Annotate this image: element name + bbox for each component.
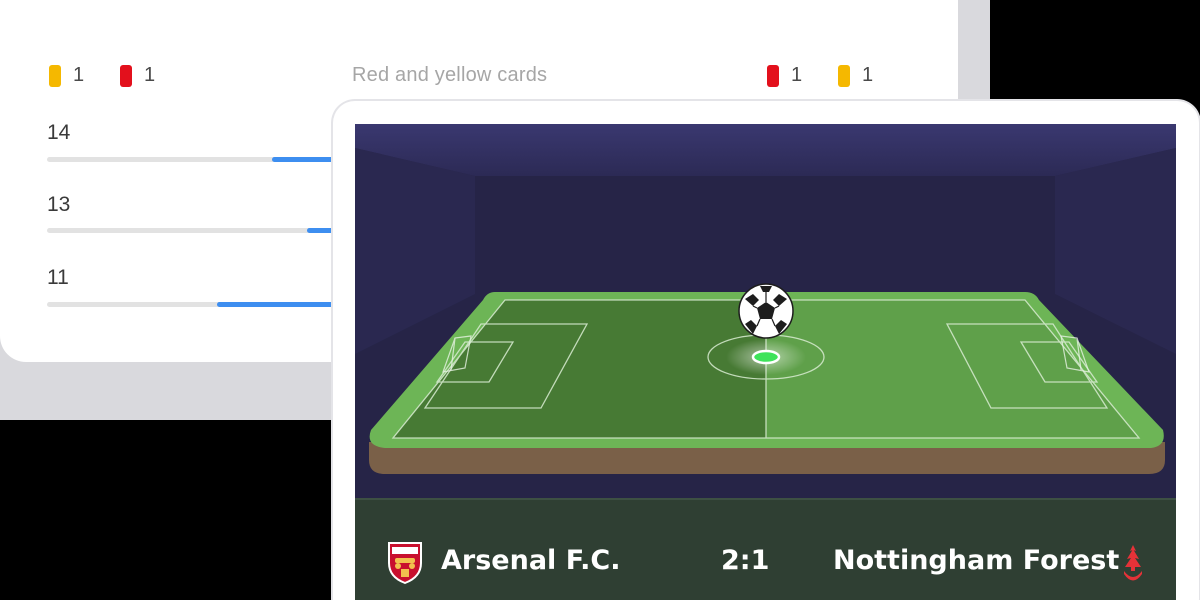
soccer-ball-icon	[738, 283, 794, 339]
away-yellow-cards: 1	[838, 64, 873, 87]
arsenal-crest-icon	[388, 542, 422, 585]
away-red-cards: 1	[767, 64, 802, 87]
home-yellow-cards: 1	[49, 64, 84, 87]
red-card-icon	[120, 64, 132, 87]
yellow-card-icon	[49, 64, 61, 87]
cards-label: Red and yellow cards	[352, 64, 548, 86]
match-score: 2:1	[721, 545, 770, 576]
home-yellow-card-count: 1	[73, 64, 85, 86]
stadium-roof	[355, 124, 1176, 176]
stadium-pitch-illustration	[355, 124, 1176, 504]
away-red-card-count: 1	[791, 64, 803, 86]
stat-value: 13	[47, 193, 71, 216]
ball-marker	[751, 349, 781, 365]
home-team-name: Arsenal F.C.	[441, 545, 621, 576]
home-red-card-count: 1	[144, 64, 156, 86]
away-yellow-card-count: 1	[862, 64, 874, 86]
yellow-card-icon	[838, 64, 850, 87]
home-red-cards: 1	[120, 64, 155, 87]
match-view: Arsenal F.C. 2:1 Nottingham Forest	[355, 124, 1176, 600]
scoreboard: Arsenal F.C. 2:1 Nottingham Forest	[355, 498, 1176, 600]
nottingham-forest-crest-icon	[1124, 545, 1142, 581]
away-team-name: Nottingham Forest	[833, 545, 1120, 576]
stat-value: 11	[47, 266, 69, 289]
stat-value: 14	[47, 121, 71, 144]
red-card-icon	[767, 64, 779, 87]
